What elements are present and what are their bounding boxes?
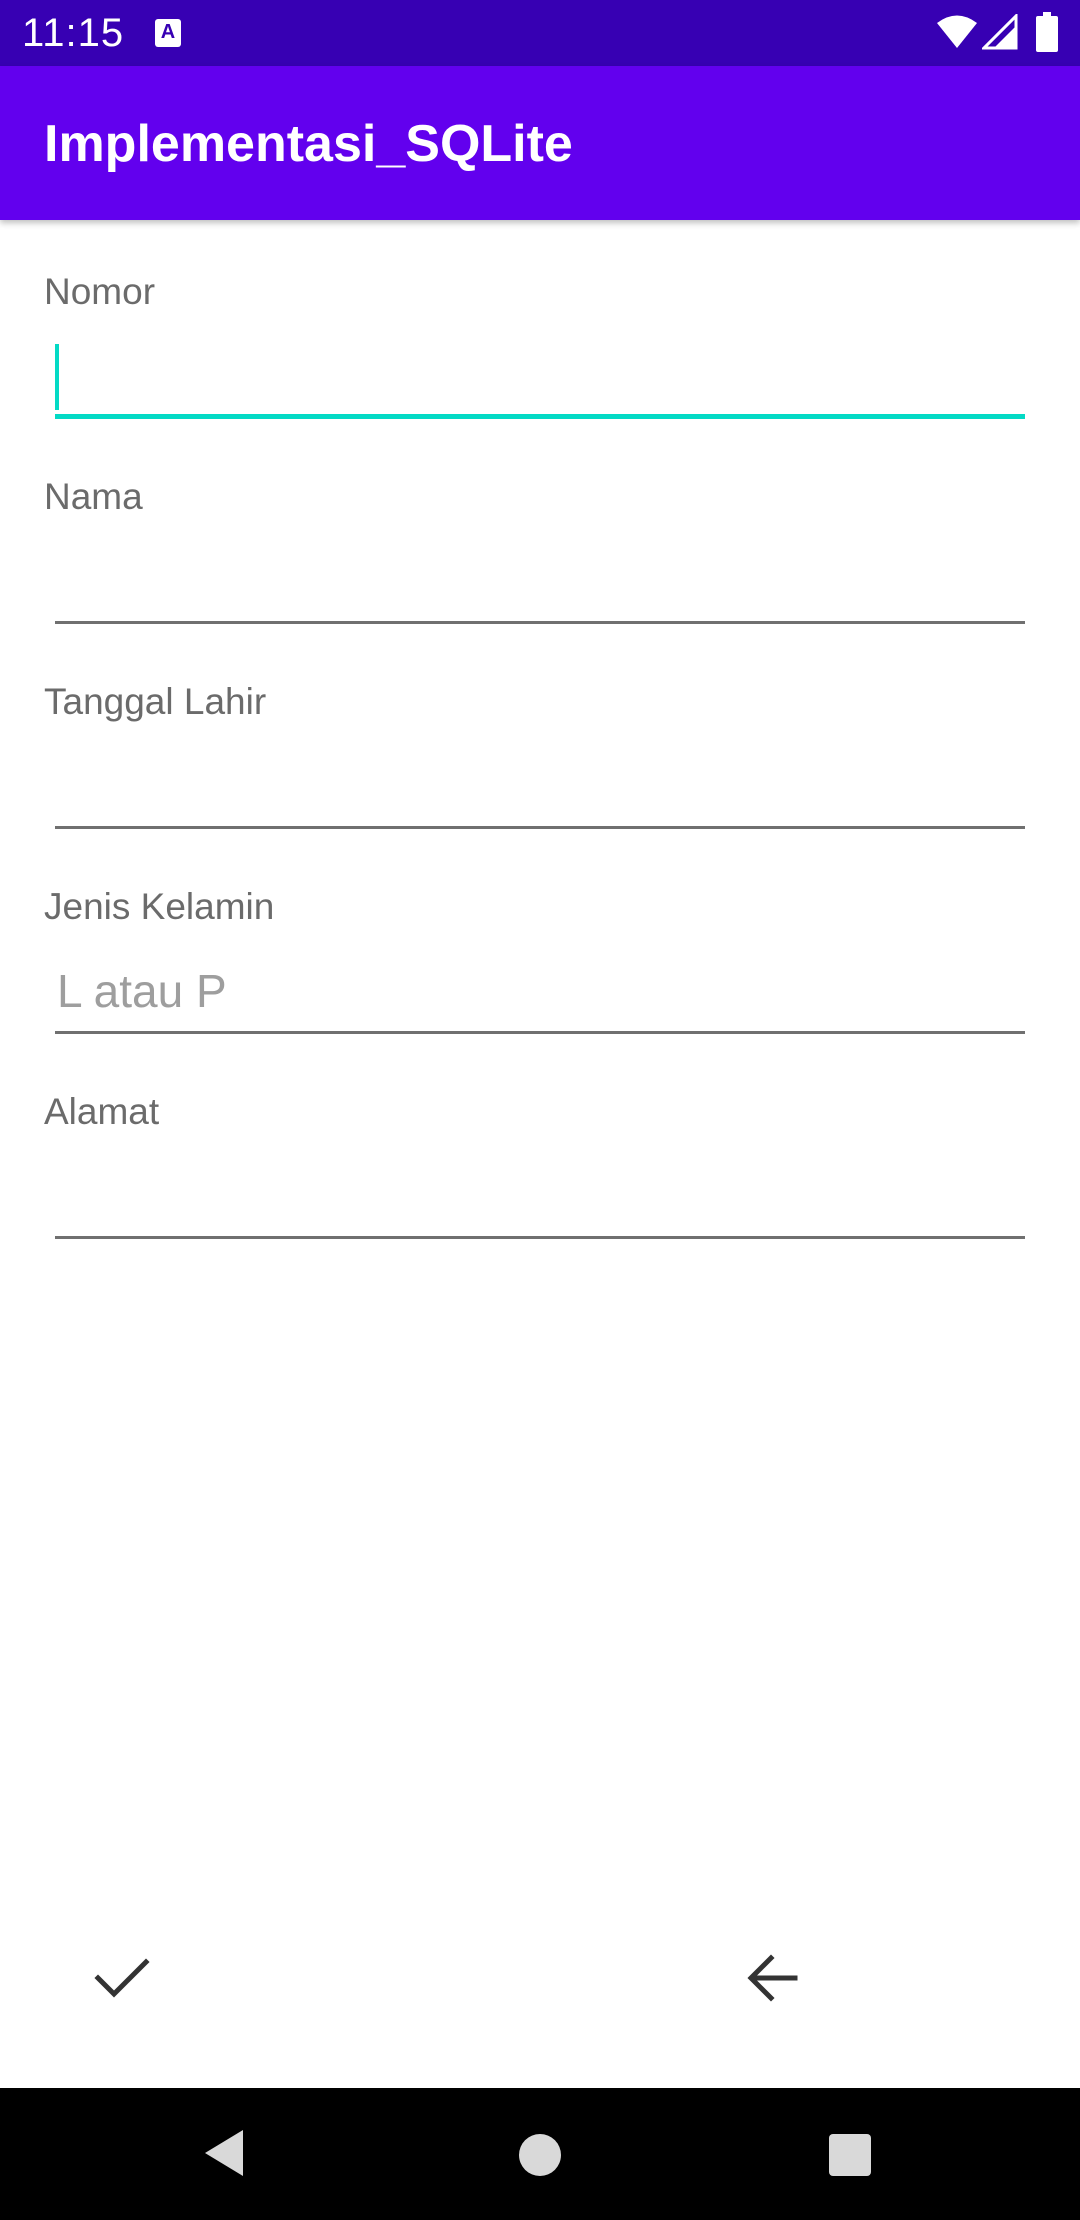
- nama-label: Nama: [44, 476, 143, 517]
- nomor-label: Nomor: [44, 271, 156, 312]
- tanggal-lahir-label: Tanggal Lahir: [44, 681, 267, 722]
- nav-home-icon[interactable]: [519, 2134, 561, 2176]
- tanggal-lahir-input[interactable]: [55, 745, 1025, 829]
- system-nav-bar: [0, 2088, 1080, 2220]
- nomor-input[interactable]: [55, 335, 1025, 419]
- save-button[interactable]: [72, 1928, 172, 2028]
- app-title: Implementasi_SQLite: [44, 115, 573, 173]
- notification-icon-letter: A: [160, 21, 176, 43]
- app-bar: Implementasi_SQLite: [0, 66, 1080, 220]
- nav-back-icon[interactable]: [203, 2128, 247, 2178]
- check-icon: [94, 1958, 150, 1998]
- nama-input[interactable]: [55, 540, 1025, 624]
- text-cursor: [55, 344, 59, 410]
- alamat-label: Alamat: [44, 1091, 160, 1132]
- arrow-back-icon: [747, 1954, 798, 2002]
- back-button[interactable]: [723, 1928, 823, 2028]
- cellular-signal-icon: [982, 14, 1018, 50]
- jenis-kelamin-input[interactable]: [55, 950, 1025, 1034]
- battery-icon: [1036, 12, 1058, 52]
- jenis-kelamin-label: Jenis Kelamin: [44, 886, 275, 927]
- nav-recents-icon[interactable]: [829, 2134, 871, 2176]
- status-bar: 11:15 A: [0, 0, 1080, 66]
- notification-icon: A: [155, 19, 181, 47]
- wifi-icon: [937, 15, 977, 48]
- status-time: 11:15: [22, 11, 125, 55]
- alamat-input[interactable]: [55, 1155, 1025, 1239]
